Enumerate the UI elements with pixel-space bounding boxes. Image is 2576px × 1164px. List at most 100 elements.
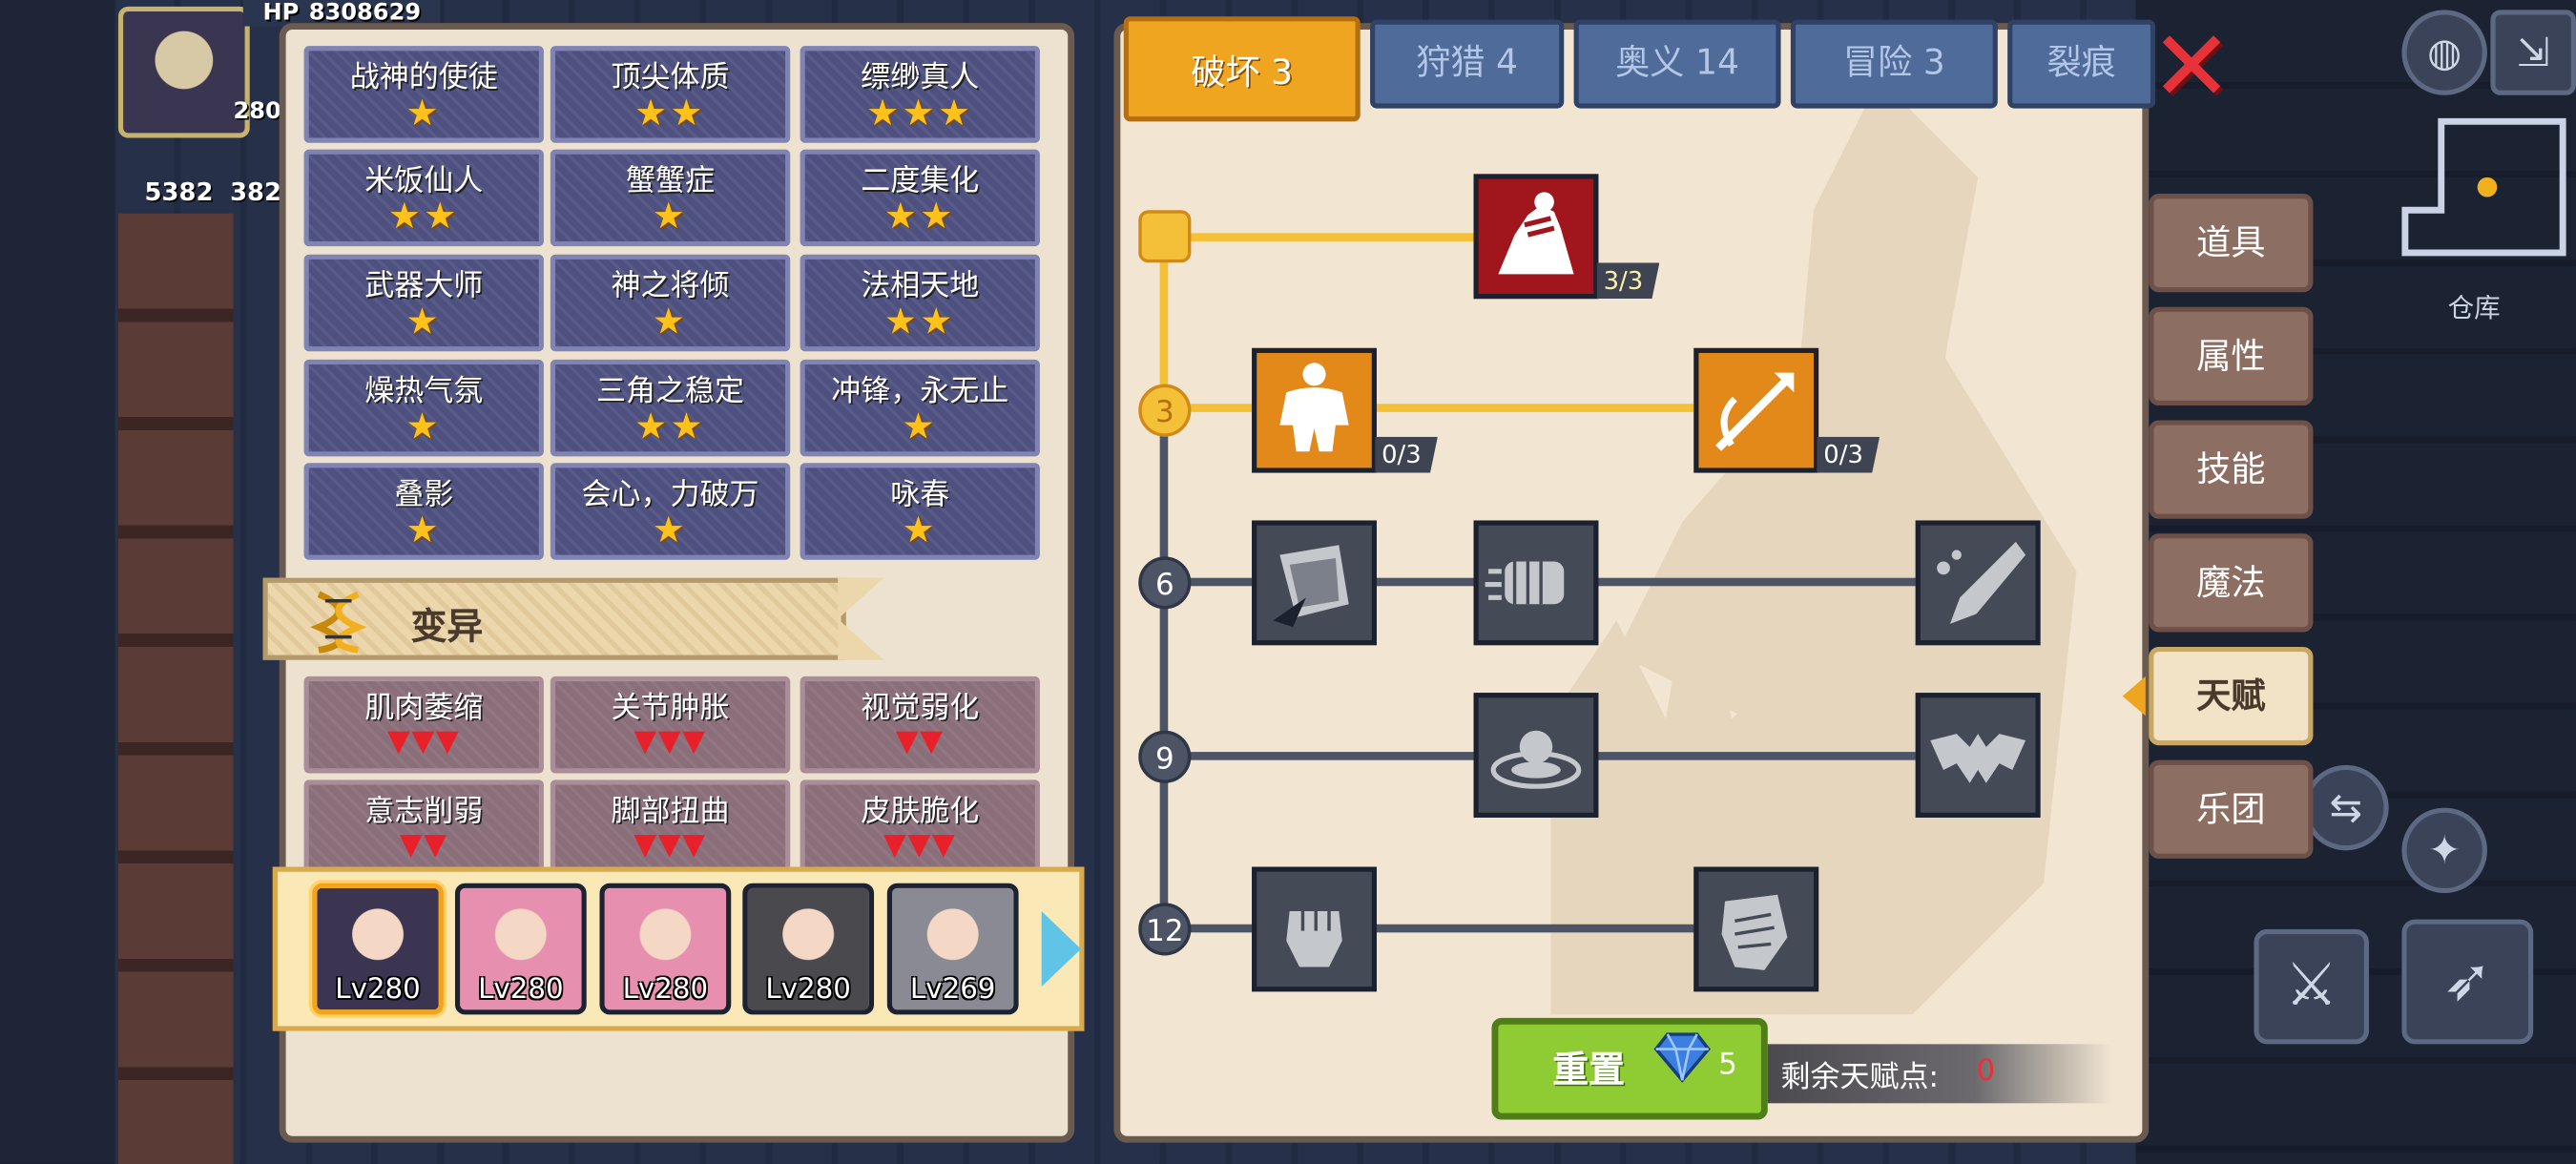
star-rating-icon: ★★: [387, 197, 460, 239]
mutation-name: 皮肤脆化: [861, 794, 980, 829]
talent-punch[interactable]: [1473, 520, 1599, 646]
hero-portrait[interactable]: Lv280: [312, 883, 444, 1015]
hero-portrait[interactable]: Lv280: [742, 883, 875, 1015]
trait-name: 冲锋，永无止: [831, 374, 1009, 409]
bat-wing-icon: [1930, 734, 2026, 783]
trait-name: 叠影: [394, 477, 454, 512]
trait-card[interactable]: 二度集化 ★★: [800, 149, 1040, 247]
hero-portrait[interactable]: Lv280: [599, 883, 732, 1015]
mutation-card[interactable]: 肌肉萎缩 ▼▼▼: [303, 676, 544, 774]
star-rating-icon: ★: [405, 510, 442, 552]
mutation-severity-icon: ▼▼▼: [386, 723, 461, 759]
trait-card[interactable]: 三角之稳定 ★★: [550, 359, 791, 457]
talent-count-row2b: 0/3: [1817, 436, 1880, 473]
star-rating-icon: ★: [652, 301, 689, 343]
blade-slash-icon: [1937, 541, 2026, 624]
side-menu-item[interactable]: 技能: [2149, 420, 2314, 519]
remaining-points-value: 0: [1976, 1053, 1996, 1089]
hero-level: Lv269: [909, 973, 996, 1007]
minimize-window-icon[interactable]: ⇲: [2490, 10, 2576, 95]
mutation-card[interactable]: 皮肤脆化 ▼▼▼: [800, 779, 1040, 877]
mutation-card[interactable]: 脚部扭曲 ▼▼▼: [550, 779, 791, 877]
mutation-name: 视觉弱化: [861, 691, 980, 726]
talent-bat-wing[interactable]: [1915, 693, 2041, 818]
trait-card[interactable]: 冲锋，永无止 ★: [800, 359, 1040, 457]
trait-card[interactable]: 叠影 ★: [303, 463, 544, 560]
mutation-card[interactable]: 关节肿胀 ▼▼▼: [550, 676, 791, 774]
globe-icon[interactable]: ◍: [2401, 10, 2487, 95]
trait-card[interactable]: 会心，力破万 ★: [550, 463, 791, 560]
trait-name: 会心，力破万: [581, 477, 759, 512]
trait-card[interactable]: 燥热气氛 ★: [303, 359, 544, 457]
talent-tab[interactable]: 狩猎 4: [1370, 19, 1565, 109]
mutation-name: 脚部扭曲: [611, 794, 730, 829]
tree-branch-row1: [1163, 233, 1483, 241]
level-marker-3: 3: [1138, 384, 1192, 437]
trait-name: 顶尖体质: [611, 60, 730, 95]
talent-arrow-hit[interactable]: [1693, 347, 1819, 473]
side-menu-item[interactable]: 魔法: [2149, 533, 2314, 633]
star-rating-icon: ★: [652, 197, 689, 239]
talent-fist-grip[interactable]: [1693, 866, 1819, 992]
trait-card[interactable]: 法相天地 ★★: [800, 254, 1040, 352]
star-rating-icon: ★★★: [866, 94, 974, 135]
talent-fist[interactable]: [1252, 866, 1377, 992]
mutation-card[interactable]: 意志削弱 ▼▼: [303, 779, 544, 877]
trait-name: 咏春: [890, 477, 950, 512]
storage-label: 仓库: [2447, 292, 2501, 323]
trait-card[interactable]: 顶尖体质 ★★: [550, 46, 791, 143]
side-menu-item[interactable]: 乐团: [2149, 759, 2314, 859]
talent-tab[interactable]: 奥义 14: [1573, 19, 1781, 109]
hero-portrait[interactable]: Lv269: [886, 883, 1019, 1015]
star-rating-icon: ★★: [883, 197, 956, 239]
trait-card[interactable]: 缥缈真人 ★★★: [800, 46, 1040, 143]
talent-shield-break[interactable]: [1252, 520, 1377, 646]
punch-icon: [1485, 561, 1565, 605]
mutation-severity-icon: ▼▼: [399, 827, 448, 863]
talent-tab[interactable]: 破坏 3: [1123, 16, 1361, 122]
remaining-points-label: 剩余天赋点:: [1780, 1060, 1939, 1095]
star-rating-icon: ★: [405, 94, 442, 135]
compass-icon[interactable]: ✦: [2401, 807, 2487, 894]
side-menu-item[interactable]: 天赋: [2149, 646, 2314, 746]
side-menu-item[interactable]: 道具: [2149, 194, 2314, 293]
player-avatar[interactable]: [117, 6, 250, 138]
hud-resource-2: 382: [230, 177, 281, 207]
close-button[interactable]: ✕: [2146, 18, 2237, 118]
mutation-severity-icon: ▼▼▼: [634, 827, 707, 863]
next-heroes-arrow-icon[interactable]: [1041, 910, 1082, 987]
trait-card[interactable]: 咏春 ★: [800, 463, 1040, 560]
talent-tab[interactable]: 冒险 3: [1790, 19, 1998, 109]
swap-icon[interactable]: ⇆: [2303, 764, 2389, 851]
mutation-name: 关节肿胀: [611, 691, 730, 726]
side-menu-item[interactable]: 属性: [2149, 306, 2314, 406]
trait-card[interactable]: 神之将倾 ★: [550, 254, 791, 352]
side-menu-active-pointer: [2122, 676, 2146, 717]
level-marker-12: 12: [1138, 903, 1192, 956]
mutation-severity-icon: ▼▼▼: [883, 827, 957, 863]
star-rating-icon: ★: [902, 510, 938, 552]
trait-card[interactable]: 米饭仙人 ★★: [303, 149, 544, 247]
bow-skill-icon[interactable]: ➶: [2401, 919, 2534, 1045]
star-rating-icon: ★: [405, 406, 442, 448]
hero-portrait[interactable]: Lv280: [454, 883, 587, 1015]
trait-name: 战神的使徒: [349, 60, 498, 95]
fist-icon: [1286, 910, 1342, 967]
minimap-icon[interactable]: [2399, 109, 2576, 266]
trait-card[interactable]: 蟹蟹症 ★: [550, 149, 791, 247]
sword-skill-icon[interactable]: ⚔: [2254, 928, 2369, 1045]
ground-impact-icon: [1490, 730, 1582, 789]
mutation-card[interactable]: 视觉弱化 ▼▼: [800, 676, 1040, 774]
trait-card[interactable]: 战神的使徒 ★: [303, 46, 544, 143]
trait-card[interactable]: 武器大师 ★: [303, 254, 544, 352]
talent-blade-slash[interactable]: [1915, 520, 2041, 646]
shield-break-icon: [1273, 545, 1349, 628]
star-rating-icon: ★★: [634, 406, 706, 448]
talent-tab[interactable]: 裂痕: [2007, 19, 2156, 109]
mutation-name: 肌肉萎缩: [364, 691, 484, 726]
talent-arm-wrestle[interactable]: [1473, 174, 1599, 300]
arrow-hit-icon: [1715, 372, 1795, 451]
talent-muscle-body[interactable]: [1252, 347, 1377, 473]
talent-ground-impact[interactable]: [1473, 693, 1599, 818]
star-rating-icon: ★: [652, 510, 689, 552]
